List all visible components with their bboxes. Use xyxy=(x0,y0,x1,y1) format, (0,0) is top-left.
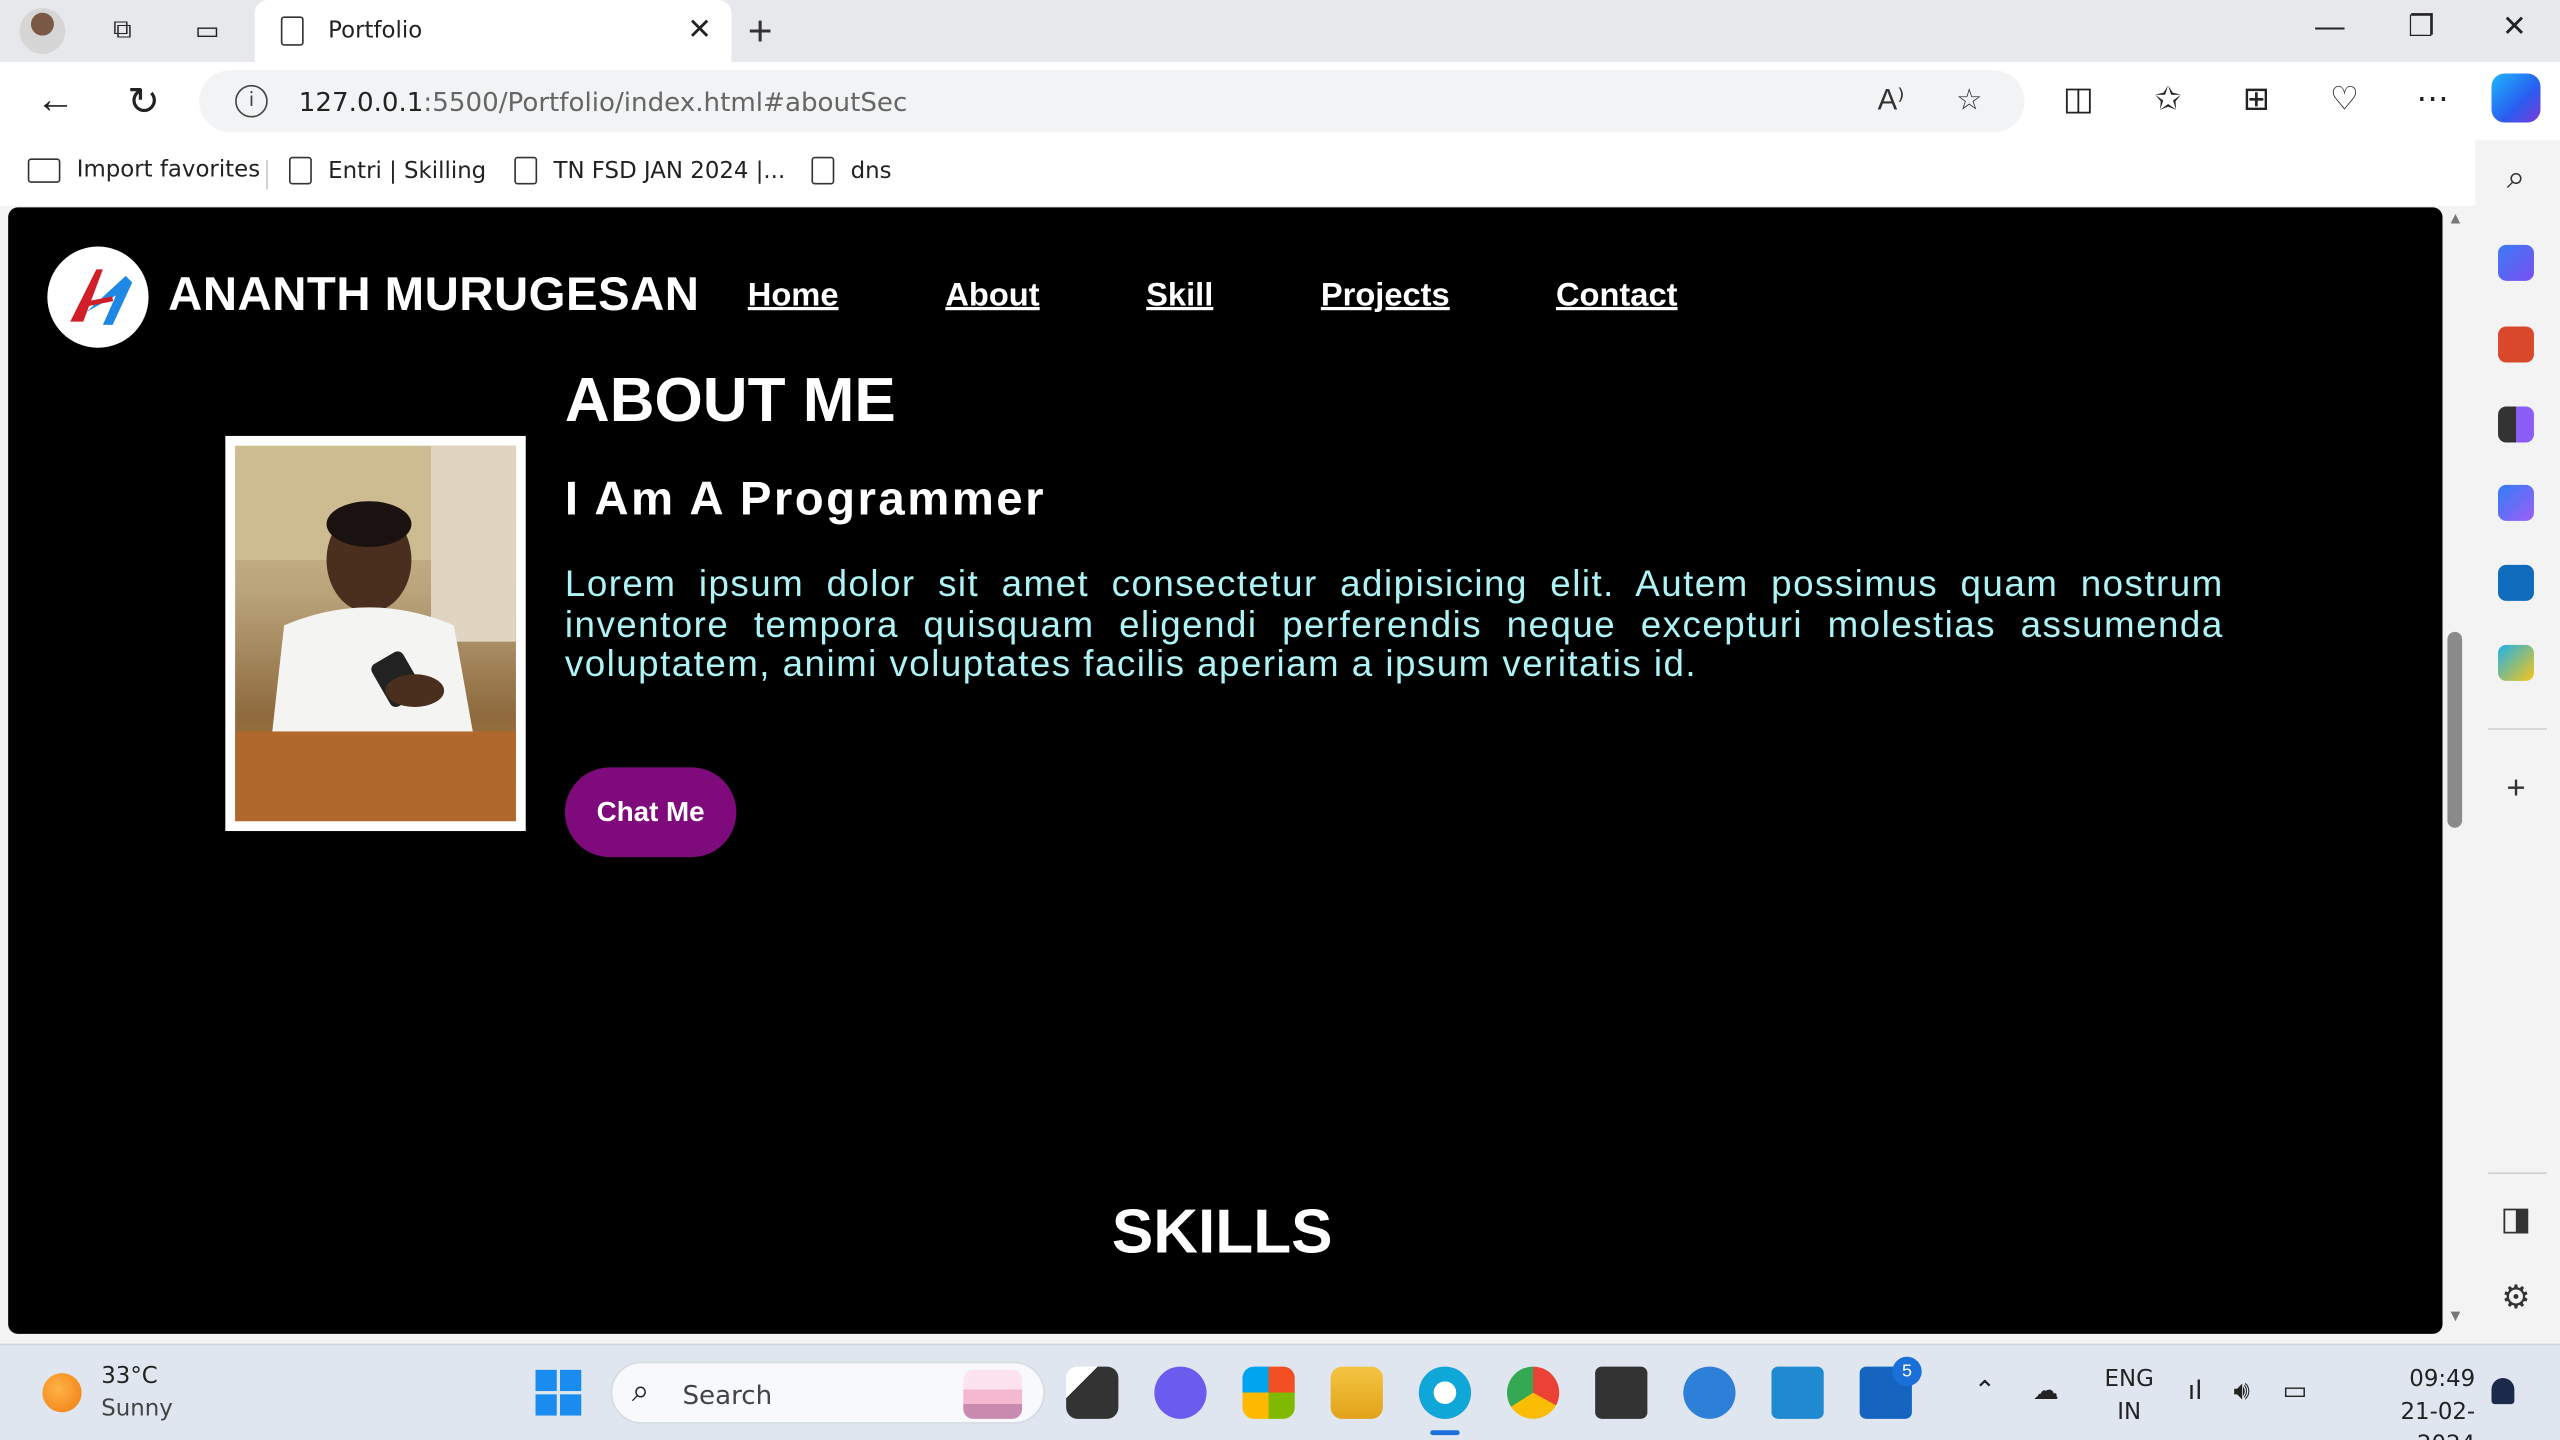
notification-app-icon[interactable]: 5 xyxy=(1859,1356,1922,1419)
notification-bell-icon[interactable] xyxy=(2491,1377,2515,1405)
nav-skill[interactable]: Skill xyxy=(1146,278,1213,316)
edge-sidebar: ⌕ + ◨ ⚙ xyxy=(2475,140,2560,1344)
site-logo[interactable] xyxy=(47,246,149,348)
page-icon xyxy=(280,16,304,46)
page-icon xyxy=(811,156,835,185)
teams-chat-icon[interactable] xyxy=(1154,1366,1207,1419)
outlook-icon[interactable] xyxy=(2498,564,2534,601)
scroll-up-icon[interactable]: ▲ xyxy=(2447,211,2463,229)
settings-gear-icon[interactable]: ⚙ xyxy=(2495,1277,2537,1318)
close-tab-icon[interactable]: ✕ xyxy=(687,13,712,47)
nav-home[interactable]: Home xyxy=(748,278,839,316)
scroll-down-icon[interactable]: ▼ xyxy=(2447,1308,2463,1326)
store-icon[interactable] xyxy=(1242,1366,1295,1419)
games-icon[interactable] xyxy=(2498,406,2534,443)
clock[interactable]: 09:49 21-02-2024 xyxy=(2348,1363,2476,1440)
new-tab-button[interactable]: + xyxy=(748,7,773,58)
close-window-button[interactable]: ✕ xyxy=(2482,10,2547,52)
title-bar: ⧉ ▭ Portfolio ✕ + — ❐ ✕ xyxy=(0,0,2560,63)
about-subheading: I Am A Programmer xyxy=(564,473,1046,526)
page-icon xyxy=(288,156,312,185)
browser-essentials-icon[interactable]: ♡ xyxy=(2320,78,2369,119)
address-bar-row: ← ↻ i 127.0.0.1:5500/Portfolio/index.htm… xyxy=(0,62,2560,141)
temperature[interactable]: 33°C xyxy=(101,1363,157,1389)
restore-button[interactable]: ❐ xyxy=(2389,10,2454,52)
chrome-icon[interactable] xyxy=(1506,1366,1560,1419)
favorites-bar: Import favorites Entri | Skilling TN FSD… xyxy=(0,140,2482,206)
battery-icon[interactable]: ▭ xyxy=(2283,1375,2308,1406)
microsoft365-icon[interactable] xyxy=(2498,484,2534,521)
search-placeholder: Search xyxy=(682,1379,773,1411)
nav-contact[interactable]: Contact xyxy=(1556,278,1678,316)
favorite-tn-fsd[interactable]: TN FSD JAN 2024 |... xyxy=(514,156,785,185)
taskbar-search[interactable]: ⌕ Search xyxy=(610,1361,1045,1424)
start-button[interactable] xyxy=(535,1369,582,1416)
address-bar[interactable]: i 127.0.0.1:5500/Portfolio/index.html#ab… xyxy=(199,70,2025,133)
drop-icon[interactable] xyxy=(2498,644,2534,681)
app-badge: 5 xyxy=(1892,1356,1922,1387)
file-explorer-icon[interactable] xyxy=(1330,1366,1383,1419)
volume-icon[interactable]: 🔊︎ xyxy=(2234,1375,2250,1408)
search-icon[interactable]: ⌕ xyxy=(2495,160,2537,198)
collections-icon[interactable]: ⊞ xyxy=(2232,78,2281,119)
web-page: ANANTH MURUGESAN Home About Skill Projec… xyxy=(8,207,2443,1334)
import-folder-icon xyxy=(27,157,61,183)
workspaces-icon[interactable]: ⧉ xyxy=(101,10,143,52)
nav-about[interactable]: About xyxy=(945,278,1039,316)
chat-me-button[interactable]: Chat Me xyxy=(564,767,737,858)
favorites-divider xyxy=(266,160,268,190)
minimize-button[interactable]: — xyxy=(2297,10,2362,52)
profile-avatar[interactable] xyxy=(19,8,66,54)
search-icon: ⌕ xyxy=(631,1374,650,1410)
task-view-icon[interactable] xyxy=(1066,1366,1119,1419)
hide-sidebar-icon[interactable]: ◨ xyxy=(2495,1198,2537,1239)
weather-condition[interactable]: Sunny xyxy=(101,1396,173,1422)
favorites-icon[interactable]: ✩ xyxy=(2144,78,2193,119)
scroll-thumb[interactable] xyxy=(2447,631,2463,828)
search-highlight-icon[interactable] xyxy=(963,1369,1023,1419)
refresh-button[interactable]: ↻ xyxy=(119,78,168,125)
edit-app-icon[interactable] xyxy=(1683,1366,1736,1419)
sidebar-divider xyxy=(2488,728,2548,730)
url-text[interactable]: 127.0.0.1:5500/Portfolio/index.html#abou… xyxy=(299,87,908,118)
about-paragraph: Lorem ipsum dolor sit amet consectetur a… xyxy=(564,563,2224,685)
favorite-dns[interactable]: dns xyxy=(811,156,892,185)
show-hidden-icons[interactable]: ⌃ xyxy=(1974,1375,1996,1406)
sublime-text-icon[interactable] xyxy=(1595,1366,1648,1419)
more-menu-icon[interactable]: ⋯ xyxy=(2408,78,2457,119)
wifi-icon[interactable]: ıl xyxy=(2188,1375,2203,1406)
nav-projects[interactable]: Projects xyxy=(1321,278,1450,316)
tab-title: Portfolio xyxy=(328,17,423,45)
shopping-icon[interactable] xyxy=(2498,244,2534,281)
skills-heading: SKILLS xyxy=(1111,1198,1333,1267)
edge-icon[interactable] xyxy=(1418,1366,1472,1419)
brand-name: ANANTH MURUGESAN xyxy=(168,269,700,322)
split-screen-icon[interactable]: ◫ xyxy=(2054,78,2103,119)
active-app-indicator xyxy=(1430,1430,1460,1436)
favorite-star-icon[interactable]: ☆ xyxy=(1956,83,1982,117)
vscode-icon[interactable] xyxy=(1771,1366,1824,1419)
tab-actions-icon[interactable]: ▭ xyxy=(186,10,228,52)
back-button[interactable]: ← xyxy=(31,78,80,124)
about-heading: ABOUT ME xyxy=(564,367,896,436)
page-scrollbar[interactable]: ▲ ▼ xyxy=(2442,207,2469,1334)
profile-photo-frame xyxy=(225,435,526,832)
page-icon xyxy=(514,156,538,185)
copilot-icon[interactable] xyxy=(2491,73,2541,123)
tools-icon[interactable] xyxy=(2498,326,2534,363)
onedrive-icon[interactable]: ☁ xyxy=(2033,1375,2059,1406)
favorite-entri[interactable]: Entri | Skilling xyxy=(288,156,486,185)
read-aloud-icon[interactable]: A⁾ xyxy=(1878,83,1905,117)
tab-portfolio[interactable]: Portfolio ✕ xyxy=(254,0,732,63)
input-language[interactable]: ENG IN xyxy=(2105,1363,2154,1428)
sidebar-divider xyxy=(2488,1172,2548,1174)
site-info-icon[interactable]: i xyxy=(235,84,268,118)
weather-sun-icon[interactable] xyxy=(42,1373,82,1413)
add-icon[interactable]: + xyxy=(2495,771,2537,809)
taskbar: 33°C Sunny ⌕ Search 5 ⌃ ☁ ENG IN ıl 🔊︎ ▭ xyxy=(0,1343,2560,1440)
favorite-import[interactable]: Import favorites xyxy=(27,157,260,183)
profile-photo xyxy=(235,445,516,822)
